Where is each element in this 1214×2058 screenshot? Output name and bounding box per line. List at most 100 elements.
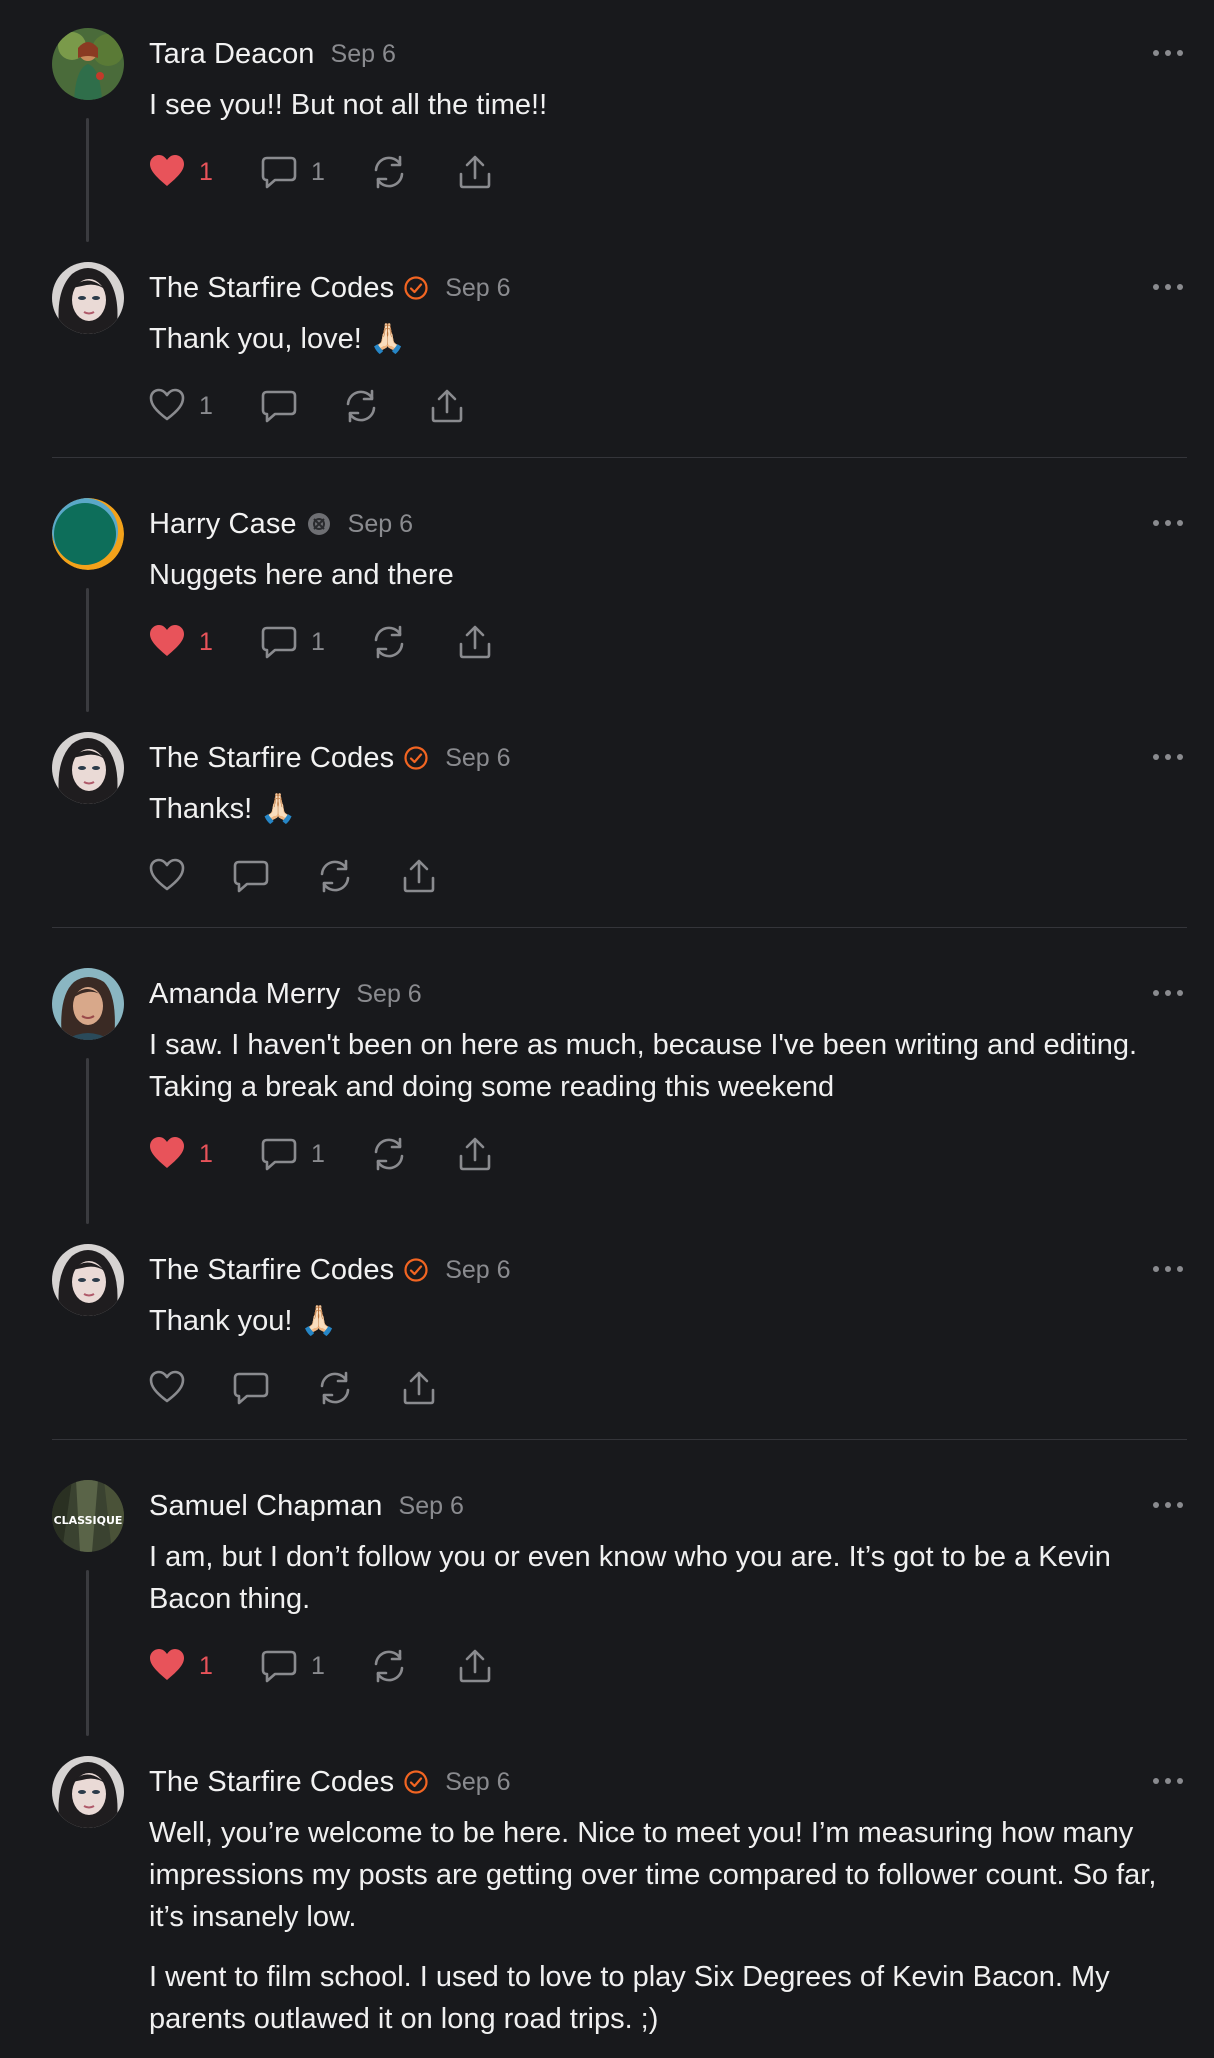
post-body: Well, you’re welcome to be here. Nice to… [149,1812,1184,2058]
share-icon [403,1371,435,1405]
verified-check-icon [404,1258,428,1282]
author-name[interactable]: The Starfire Codes [149,272,394,305]
share-button[interactable] [457,1132,497,1176]
avatar[interactable] [52,1244,124,1316]
post-text: Thanks! 🙏🏻 [149,793,297,825]
more-horizontal-icon[interactable] [1150,42,1186,64]
like-button[interactable]: 1 [149,150,219,194]
repost-icon [374,625,404,659]
share-button[interactable] [401,1366,441,1410]
bordered-badge-icon [307,513,330,535]
reply-button[interactable] [233,854,273,898]
reply-count: 1 [311,628,325,656]
post-date: Sep 6 [330,39,396,68]
author-name[interactable]: The Starfire Codes [149,1254,394,1287]
author-name[interactable]: Tara Deacon [149,38,315,71]
like-button[interactable] [149,854,189,898]
avatar[interactable] [52,28,124,100]
share-button[interactable] [429,384,469,428]
author-name[interactable]: The Starfire Codes [149,742,394,775]
heart-icon [150,625,184,656]
share-button[interactable] [457,150,497,194]
like-count: 1 [199,628,213,656]
more-horizontal-icon[interactable] [1150,982,1186,1004]
post-header: Samuel Chapman Sep 6 [149,1488,464,1524]
repost-button[interactable] [371,620,411,664]
reply-button[interactable]: 1 [261,1644,331,1688]
thread-line [86,588,89,712]
heart-icon [149,858,185,891]
like-count: 1 [199,1140,213,1168]
avatar[interactable] [52,498,124,570]
thread-line [86,118,89,242]
repost-icon [374,155,404,189]
repost-button[interactable] [371,1644,411,1688]
author-name[interactable]: Amanda Merry [149,978,340,1011]
like-count: 1 [199,1652,213,1680]
post-text: I am, but I don’t follow you or even kno… [149,1541,1111,1615]
share-button[interactable] [401,854,441,898]
heart-icon [150,1137,184,1168]
repost-icon [320,1371,350,1405]
repost-button[interactable] [317,1366,357,1410]
reply-button[interactable]: 1 [261,620,331,664]
post-date: Sep 6 [445,1255,511,1284]
more-horizontal-icon[interactable] [1150,1770,1186,1792]
author-name[interactable]: Harry Case [149,508,297,541]
post-date: Sep 6 [398,1491,464,1520]
repost-button[interactable] [371,150,411,194]
avatar[interactable] [52,1756,124,1828]
comment-icon [261,156,297,189]
more-horizontal-icon[interactable] [1150,746,1186,768]
more-horizontal-icon[interactable] [1150,276,1186,298]
avatar[interactable] [52,968,124,1040]
post-header: The Starfire Codes Sep 6 [149,740,511,776]
repost-button[interactable] [343,384,383,428]
post-text: Well, you’re welcome to be here. Nice to… [149,1817,1157,1933]
avatar[interactable] [52,262,124,334]
more-horizontal-icon[interactable] [1150,1494,1186,1516]
like-button[interactable] [149,1366,189,1410]
more-horizontal-icon[interactable] [1150,512,1186,534]
repost-button[interactable] [371,1132,411,1176]
like-button[interactable]: 1 [149,384,219,428]
share-button[interactable] [457,620,497,664]
more-horizontal-icon[interactable] [1150,1258,1186,1280]
reply-button[interactable] [233,1366,273,1410]
reply-button[interactable] [261,384,301,428]
heart-icon [150,1649,184,1680]
post-header: Tara Deacon Sep 6 [149,36,396,72]
post-text: I saw. I haven't been on here as much, b… [149,1029,1138,1103]
share-button[interactable] [457,1644,497,1688]
like-button[interactable]: 1 [149,620,219,664]
avatar[interactable]: CLASSIQUE [52,1480,124,1552]
verified-check-icon [404,276,428,300]
like-count: 1 [199,392,213,420]
post-date: Sep 6 [445,1767,511,1796]
divider [52,1439,1187,1440]
repost-button[interactable] [317,854,357,898]
post-body: Thanks! 🙏🏻 [149,788,1184,848]
post-header: Amanda Merry Sep 6 [149,976,422,1012]
author-name[interactable]: Samuel Chapman [149,1490,383,1523]
verified-check-icon [404,746,428,770]
post-body: Nuggets here and there [149,554,1184,614]
like-button[interactable]: 1 [149,1132,219,1176]
author-name[interactable]: The Starfire Codes [149,1766,394,1799]
share-icon [459,625,491,659]
post-header: The Starfire Codes Sep 6 [149,1764,511,1800]
post-body: Thank you, love! 🙏🏻 [149,318,1184,378]
repost-icon [346,389,376,423]
share-icon [459,1137,491,1171]
repost-icon [320,859,350,893]
like-button[interactable]: 1 [149,1644,219,1688]
reply-button[interactable]: 1 [261,150,331,194]
comment-icon [261,1650,297,1683]
post-header: Harry Case Sep 6 [149,506,413,542]
heart-icon [150,155,184,186]
post-text: I went to film school. I used to love to… [149,1961,1110,2035]
comment-icon [233,1372,269,1405]
avatar[interactable] [52,732,124,804]
reply-button[interactable]: 1 [261,1132,331,1176]
heart-icon [149,388,185,421]
